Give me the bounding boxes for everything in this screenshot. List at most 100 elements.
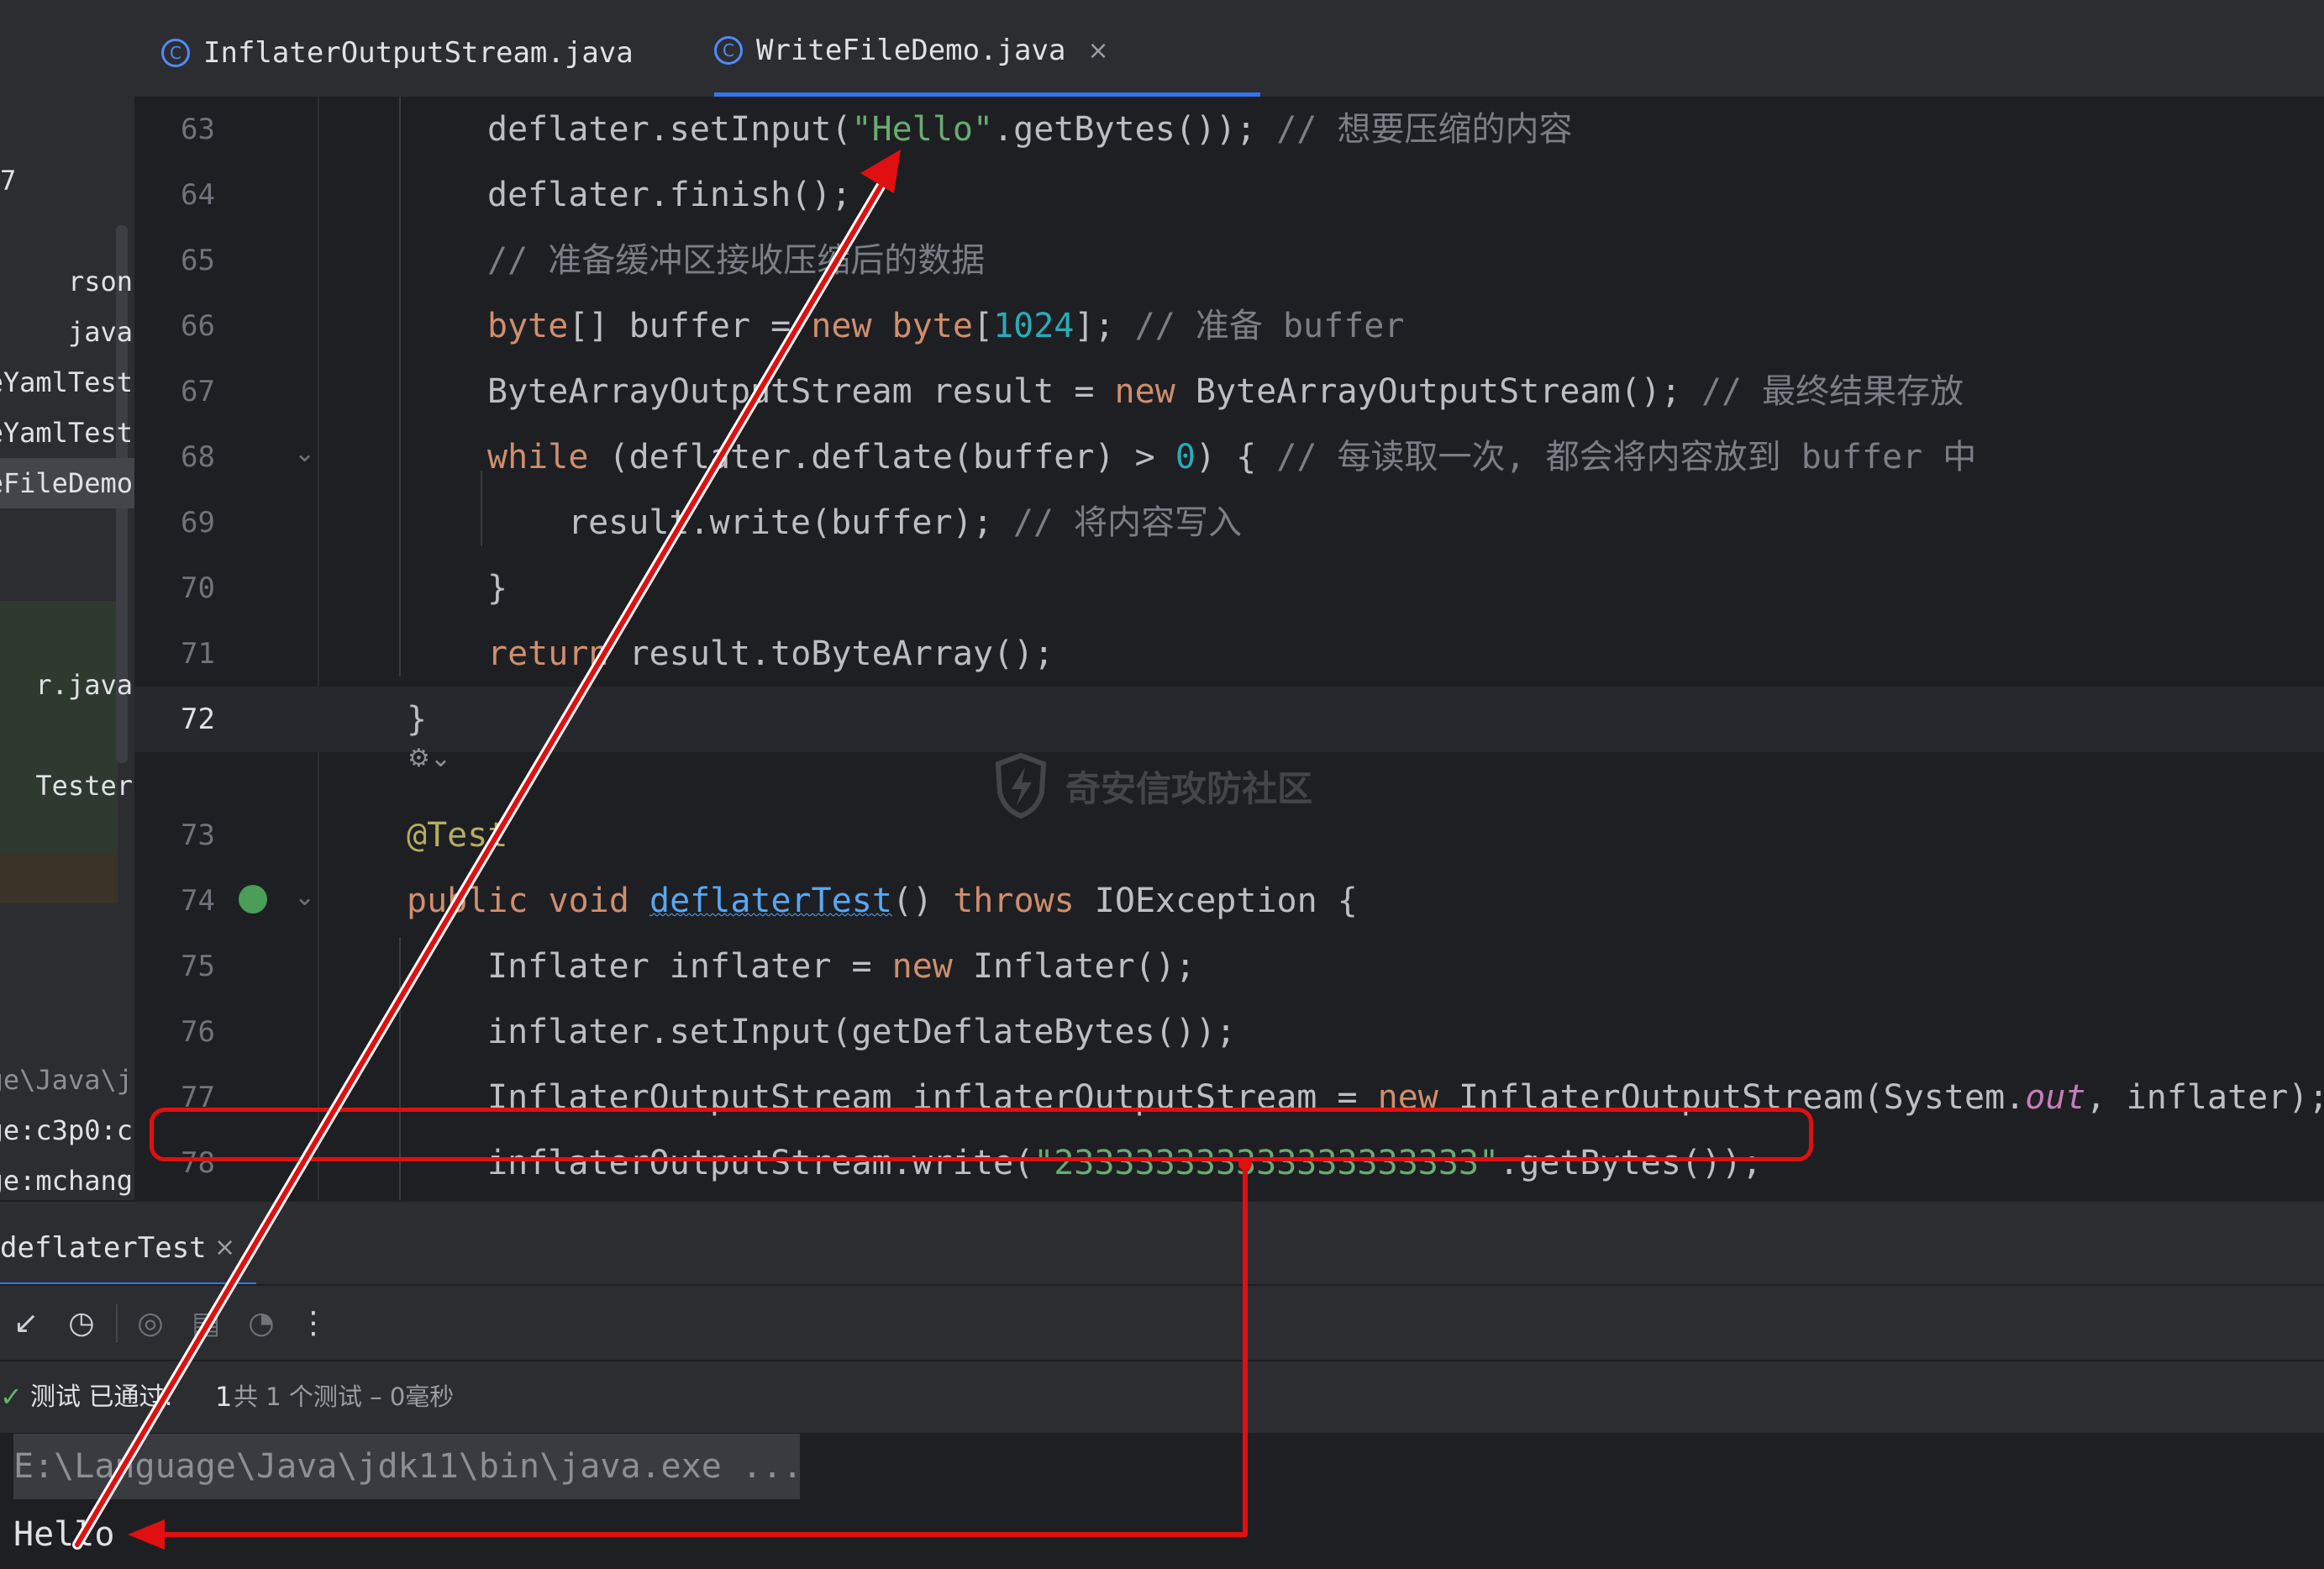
line-number[interactable]: 66 xyxy=(134,293,215,359)
line-number[interactable]: 63 xyxy=(134,97,215,162)
code-text: deflater.finish(); xyxy=(487,162,851,228)
line-number[interactable]: 70 xyxy=(134,555,215,621)
watermark: 奇安信攻防社区 xyxy=(991,748,1312,824)
code-line[interactable]: 69 result.write(buffer); // 将内容写入 xyxy=(134,490,2324,555)
more-options-icon[interactable]: ⋮ xyxy=(292,1303,334,1345)
collapse-arrow-icon[interactable]: ↙ xyxy=(5,1303,47,1345)
code-text: byte[] buffer = new byte[1024]; // 准备 bu… xyxy=(487,293,1404,359)
export-icon[interactable]: ▤ xyxy=(185,1303,227,1345)
tab-inflateroutputstream[interactable]: C InflaterOutputStream.java xyxy=(161,8,634,97)
line-number[interactable]: 72 xyxy=(134,687,215,752)
fold-chevron-icon[interactable]: ⌄ xyxy=(294,868,315,927)
highlight-box xyxy=(150,1108,1813,1161)
project-tree-item[interactable]: rson xyxy=(0,256,134,307)
code-line[interactable]: 76 inflater.setInput(getDeflateBytes()); xyxy=(134,999,2324,1065)
tab-label: WriteFileDemo.java xyxy=(756,34,1066,67)
project-tree-item[interactable]: 7 xyxy=(0,155,134,206)
code-token: @Test xyxy=(407,816,508,855)
line-number[interactable]: 67 xyxy=(134,359,215,424)
project-tree-item[interactable]: Tester xyxy=(0,761,134,811)
code-line[interactable]: 63 deflater.setInput("Hello".getBytes());… xyxy=(134,97,2324,162)
project-tree-item[interactable]: ge:c3p0:c xyxy=(0,1105,134,1156)
tab-label: InflaterOutputStream.java xyxy=(203,35,634,70)
history-clock-icon[interactable]: ◷ xyxy=(60,1303,103,1345)
code-token: result.toByteArray(); xyxy=(608,634,1054,673)
code-text: inflater.setInput(getDeflateBytes()); xyxy=(487,999,1236,1065)
code-token: inflater.setInput(getDeflateBytes()); xyxy=(487,1013,1237,1051)
line-number[interactable]: 71 xyxy=(134,621,215,687)
line-number[interactable]: 74 xyxy=(134,868,215,934)
code-line[interactable]: 75 Inflater inflater = new Inflater(); xyxy=(134,934,2324,999)
java-class-icon: C xyxy=(161,38,190,67)
project-tree-item[interactable]: ge:mchang xyxy=(0,1156,134,1200)
status-detail: 共 1 个测试 – 0毫秒 xyxy=(234,1382,455,1411)
code-text: @Test xyxy=(407,803,507,868)
close-icon[interactable]: × xyxy=(214,1214,235,1282)
code-text: deflater.setInput("Hello".getBytes()); /… xyxy=(487,97,1572,162)
code-text: public void deflaterTest() throws IOExce… xyxy=(407,868,1358,934)
watermark-logo-icon xyxy=(995,752,1047,819)
code-text: ByteArrayOutputStream result = new ByteA… xyxy=(487,359,1964,424)
code-token: public void xyxy=(407,882,649,920)
code-line[interactable]: 79 xyxy=(134,1194,2324,1200)
code-token: Inflater inflater = xyxy=(487,947,892,986)
project-panel-green-region xyxy=(0,601,118,853)
code-token: new xyxy=(1114,372,1175,411)
gauge-icon[interactable]: ◔ xyxy=(240,1303,282,1345)
project-panel-brown-region xyxy=(0,853,118,903)
code-line[interactable]: 66 byte[] buffer = new byte[1024]; // 准备 … xyxy=(134,293,2324,359)
code-token: deflater.finish(); xyxy=(487,176,852,214)
check-icon: ✓ xyxy=(0,1381,23,1413)
line-number[interactable]: 69 xyxy=(134,490,215,555)
code-token: 0 xyxy=(1175,438,1196,476)
line-number[interactable]: 73 xyxy=(134,803,215,868)
project-tree-item[interactable]: ge\Java\j xyxy=(0,1055,134,1105)
line-number[interactable]: 75 xyxy=(134,934,215,999)
code-line[interactable]: 70} xyxy=(134,555,2324,621)
test-status-row: ✓ 测试 已通过: 1 共 1 个测试 – 0毫秒 xyxy=(0,1360,2324,1433)
fold-chevron-icon[interactable]: ⌄ xyxy=(294,424,315,483)
code-line[interactable]: 64 deflater.finish(); xyxy=(134,162,2324,228)
code-token: ]; xyxy=(1074,307,1135,345)
code-token: ByteArrayOutputStream result = xyxy=(487,372,1115,411)
project-tree-item[interactable]: eYamlTest xyxy=(0,408,134,458)
tab-writefiledemo[interactable]: C WriteFileDemo.java × xyxy=(714,8,1260,97)
code-token: // 准备缓冲区接收压缩后的数据 xyxy=(487,241,986,280)
project-tree-item[interactable]: eYamlTest xyxy=(0,357,134,408)
code-token: // 准备 buffer xyxy=(1134,307,1405,345)
code-editor[interactable]: 63 deflater.setInput("Hello".getBytes());… xyxy=(134,97,2324,1200)
line-number[interactable]: 79 xyxy=(134,1194,215,1200)
line-number[interactable]: 76 xyxy=(134,999,215,1065)
line-number[interactable]: 64 xyxy=(134,162,215,228)
code-token: 1024 xyxy=(993,307,1075,345)
run-test-icon[interactable] xyxy=(239,885,267,913)
code-token: byte xyxy=(487,307,569,345)
project-tree-item[interactable]: java xyxy=(0,307,134,357)
code-token: (deflater.deflate(buffer) > xyxy=(588,438,1175,476)
code-line[interactable]: 67 ByteArrayOutputStream result = new Byt… xyxy=(134,359,2324,424)
code-token: } xyxy=(487,569,508,608)
code-line[interactable]: 68 while (deflater.deflate(buffer) > 0) {… xyxy=(134,424,2324,490)
code-token: deflater.setInput( xyxy=(487,110,852,149)
inlay-hint-icon[interactable]: ⚙⌄ xyxy=(407,744,451,773)
close-icon[interactable]: × xyxy=(1087,36,1108,66)
code-line[interactable]: 74 public void deflaterTest() throws IOEx… xyxy=(134,868,2324,934)
project-tree-item-selected[interactable]: eFileDemo xyxy=(0,458,134,508)
project-tree-item[interactable]: r.java xyxy=(0,660,134,710)
code-text: } xyxy=(487,555,507,621)
editor-tab-bar: C InflaterOutputStream.java C WriteFileD… xyxy=(134,8,2324,98)
line-number[interactable]: 68 xyxy=(134,424,215,490)
tab-deflatertest[interactable]: deflaterTest xyxy=(0,1214,207,1282)
camera-icon[interactable]: ◎ xyxy=(129,1303,171,1345)
code-line[interactable]: 65 // 准备缓冲区接收压缩后的数据 xyxy=(134,228,2324,293)
code-line[interactable]: 72} xyxy=(134,687,2324,752)
code-token: // 将内容写入 xyxy=(1012,503,1243,542)
line-number[interactable]: 65 xyxy=(134,228,215,293)
console-command-line[interactable]: E:\Language\Java\jdk11\bin\java.exe ... xyxy=(13,1434,802,1499)
console-output[interactable]: Hello xyxy=(13,1504,114,1565)
code-line[interactable]: 71 return result.toByteArray(); xyxy=(134,621,2324,687)
run-tab-bar: deflaterTest × xyxy=(0,1200,2324,1287)
code-text: while (deflater.deflate(buffer) > 0) { /… xyxy=(487,424,1976,490)
code-token: new byte xyxy=(811,307,973,345)
project-panel: 7 rson java eYamlTest eYamlTest eFileDem… xyxy=(0,8,134,1200)
